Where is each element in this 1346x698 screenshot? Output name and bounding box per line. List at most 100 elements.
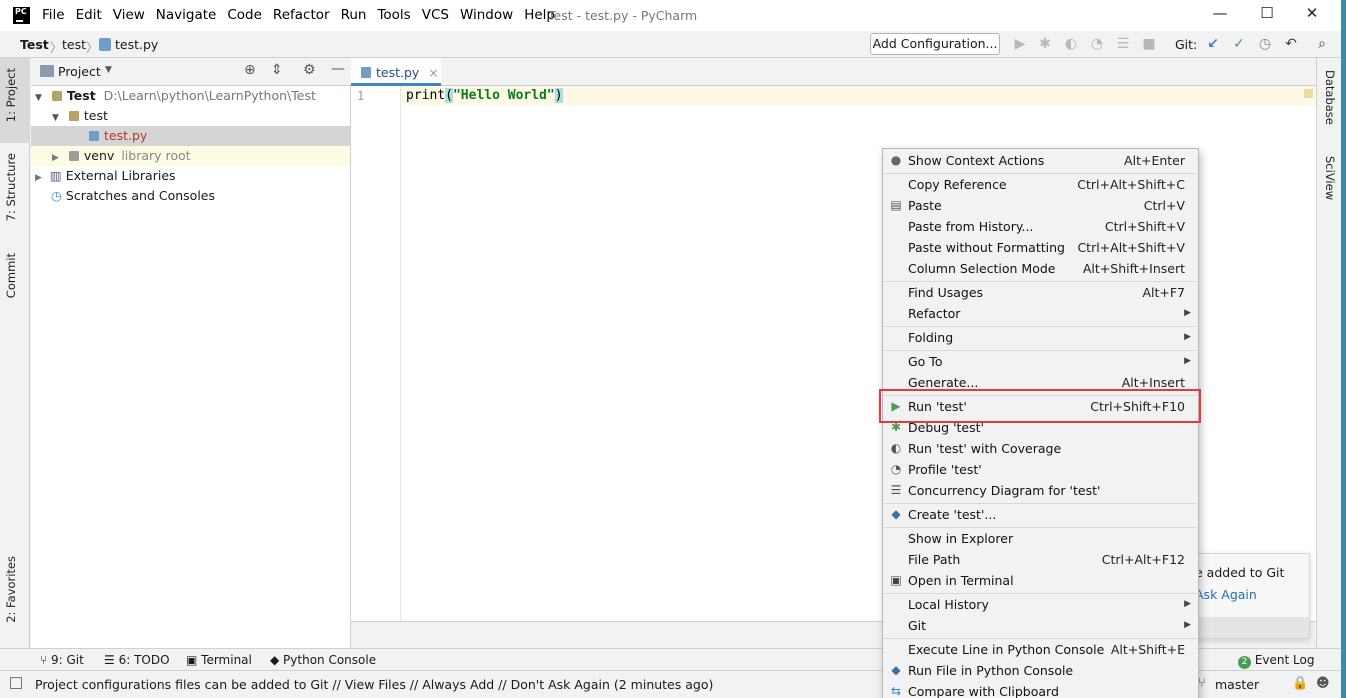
breadcrumb-project[interactable]: Test bbox=[20, 37, 49, 52]
git-branch[interactable]: master bbox=[1215, 677, 1259, 692]
menu-item-column-selection[interactable]: Column Selection Mode Alt+Shift+Insert bbox=[884, 258, 1197, 279]
lock-icon[interactable]: 🔒 bbox=[1292, 676, 1308, 691]
menu-view[interactable]: View bbox=[113, 7, 145, 23]
tree-folder-name: test bbox=[83, 108, 108, 123]
menu-item-paste[interactable]: ▤ Paste Ctrl+V bbox=[884, 195, 1197, 216]
add-configuration-button[interactable]: Add Configuration... bbox=[870, 33, 1000, 55]
chevron-right-icon: 〉 bbox=[50, 40, 63, 55]
git-history-icon[interactable]: ◷ bbox=[1257, 36, 1273, 52]
menu-item-refactor[interactable]: Refactor ▶ bbox=[884, 303, 1197, 324]
menu-item-run-file-console[interactable]: ◆ Run File in Python Console bbox=[884, 660, 1197, 681]
tree-row-scratches[interactable]: ◷ Scratches and Consoles bbox=[31, 186, 350, 206]
inspection-marker[interactable] bbox=[1304, 89, 1313, 98]
menu-item-compare-clipboard[interactable]: ⇆ Compare with Clipboard bbox=[884, 681, 1197, 698]
tree-row-venv[interactable]: ▶ venv library root bbox=[31, 146, 350, 166]
menu-edit[interactable]: Edit bbox=[76, 7, 102, 23]
project-view-title[interactable]: Project bbox=[58, 64, 101, 79]
toolwin-git[interactable]: ⑂ 9: Git bbox=[40, 653, 84, 667]
close-icon[interactable]: × bbox=[428, 65, 438, 80]
right-tool-strip: Database SciView bbox=[1316, 58, 1341, 648]
breadcrumb-folder[interactable]: test bbox=[62, 37, 86, 52]
close-button[interactable]: ✕ bbox=[1300, 4, 1324, 26]
tab-structure[interactable]: 7: Structure bbox=[4, 153, 18, 221]
status-toggle-icon[interactable] bbox=[10, 677, 22, 689]
bulb-icon: ● bbox=[890, 153, 902, 167]
toolwin-todo[interactable]: ☰ 6: TODO bbox=[104, 653, 170, 667]
toolwin-python-console[interactable]: ◆ Python Console bbox=[270, 653, 376, 667]
menu-item-create-test[interactable]: ◆ Create 'test'... bbox=[884, 504, 1197, 525]
menu-item-execute-line-console[interactable]: Execute Line in Python Console Alt+Shift+… bbox=[884, 639, 1197, 660]
minimize-button[interactable]: — bbox=[1208, 4, 1232, 26]
folder-icon bbox=[51, 91, 62, 101]
toolwin-event-log[interactable]: 2 Event Log bbox=[1238, 653, 1314, 669]
menu-item-find-usages[interactable]: Find Usages Alt+F7 bbox=[884, 282, 1197, 303]
menu-file[interactable]: File bbox=[42, 7, 65, 23]
tab-sciview[interactable]: SciView bbox=[1323, 156, 1337, 200]
clipboard-icon: ▤ bbox=[890, 198, 902, 212]
menu-item-shortcut: Alt+Shift+E bbox=[1110, 642, 1185, 657]
menu-refactor[interactable]: Refactor bbox=[273, 7, 330, 23]
code-text[interactable]: print("Hello World") bbox=[406, 88, 563, 103]
toolwin-terminal[interactable]: ▣ Terminal bbox=[186, 653, 252, 667]
menu-item-file-path[interactable]: File Path Ctrl+Alt+F12 bbox=[884, 549, 1197, 570]
coverage-icon: ◐ bbox=[890, 441, 902, 455]
stop-icon[interactable]: ■ bbox=[1141, 36, 1157, 52]
collapse-all-icon[interactable]: ⇕ bbox=[271, 62, 283, 78]
tab-database[interactable]: Database bbox=[1323, 70, 1337, 125]
menu-item-show-in-explorer[interactable]: Show in Explorer bbox=[884, 528, 1197, 549]
menu-item-folding[interactable]: Folding ▶ bbox=[884, 327, 1197, 348]
menu-item-open-in-terminal[interactable]: ▣ Open in Terminal bbox=[884, 570, 1197, 591]
menu-item-label: Run 'test' with Coverage bbox=[908, 441, 1062, 456]
menu-item-label: Go To bbox=[908, 354, 943, 369]
menu-item-run-coverage[interactable]: ◐ Run 'test' with Coverage bbox=[884, 438, 1197, 459]
debug-icon[interactable]: ✱ bbox=[1037, 36, 1053, 52]
concurrency-icon[interactable]: ☰ bbox=[1115, 36, 1131, 52]
menu-item-label: Concurrency Diagram for 'test' bbox=[908, 483, 1101, 498]
tree-row-external-libraries[interactable]: ▶ ▥ External Libraries bbox=[31, 166, 350, 186]
locate-icon[interactable]: ⊕ bbox=[244, 62, 256, 78]
profile-icon[interactable]: ◔ bbox=[1089, 36, 1105, 52]
git-commit-icon[interactable]: ✓ bbox=[1231, 36, 1247, 52]
tree-row-test-py[interactable]: test.py bbox=[31, 126, 350, 146]
tab-project[interactable]: 1: Project bbox=[4, 68, 18, 122]
menu-item-go-to[interactable]: Go To ▶ bbox=[884, 351, 1197, 372]
menu-item-git[interactable]: Git ▶ bbox=[884, 615, 1197, 636]
maximize-button[interactable]: ☐ bbox=[1255, 4, 1279, 26]
menu-run[interactable]: Run bbox=[341, 7, 367, 23]
folder-icon bbox=[68, 151, 79, 161]
menu-code[interactable]: Code bbox=[227, 7, 262, 23]
status-message[interactable]: Project configurations files can be adde… bbox=[35, 677, 713, 692]
inspector-icon[interactable]: ☻ bbox=[1316, 676, 1330, 691]
menu-tools[interactable]: Tools bbox=[377, 7, 410, 23]
tree-row-root[interactable]: ▼ Test D:\Learn\python\LearnPython\Test bbox=[31, 86, 350, 106]
tab-commit[interactable]: Commit bbox=[4, 253, 18, 298]
menu-item-paste-without-formatting[interactable]: Paste without Formatting Ctrl+Alt+Shift+V bbox=[884, 237, 1197, 258]
navigation-bar: Test 〉 test 〉 test.py Add Configuration.… bbox=[0, 31, 1341, 58]
toolwin-event-log-label: Event Log bbox=[1254, 653, 1315, 667]
git-branch-icon: ⑂ bbox=[40, 653, 52, 667]
menu-item-profile-test[interactable]: ◔ Profile 'test' bbox=[884, 459, 1197, 480]
coverage-icon[interactable]: ◐ bbox=[1063, 36, 1079, 52]
menu-item-label: Open in Terminal bbox=[908, 573, 1014, 588]
menu-item-copy-reference[interactable]: Copy Reference Ctrl+Alt+Shift+C bbox=[884, 174, 1197, 195]
tab-test-py[interactable]: test.py × bbox=[351, 58, 441, 86]
git-update-icon[interactable]: ↙ bbox=[1205, 36, 1221, 52]
tab-favorites[interactable]: 2: Favorites bbox=[4, 556, 18, 623]
tree-row-test-folder[interactable]: ▼ test bbox=[31, 106, 350, 126]
menu-item-concurrency-diagram[interactable]: ☰ Concurrency Diagram for 'test' bbox=[884, 480, 1197, 501]
menu-window[interactable]: Window bbox=[460, 7, 513, 23]
git-rollback-icon[interactable]: ↶ bbox=[1283, 36, 1299, 52]
event-count-badge: 2 bbox=[1238, 656, 1251, 669]
chevron-down-icon[interactable]: ▼ bbox=[105, 65, 112, 75]
breadcrumb-file[interactable]: test.py bbox=[115, 37, 158, 52]
run-icon[interactable]: ▶ bbox=[1012, 36, 1028, 52]
search-icon[interactable]: ⌕ bbox=[1314, 36, 1330, 52]
menu-vcs[interactable]: VCS bbox=[422, 7, 449, 23]
menu-item-show-context-actions[interactable]: ● Show Context Actions Alt+Enter bbox=[884, 150, 1197, 171]
menu-item-paste-history[interactable]: Paste from History... Ctrl+Shift+V bbox=[884, 216, 1197, 237]
gear-icon[interactable]: ⚙ bbox=[303, 62, 316, 78]
hide-icon[interactable]: — bbox=[331, 61, 345, 77]
menu-navigate[interactable]: Navigate bbox=[156, 7, 217, 23]
notification-link[interactable]: Ask Again bbox=[1195, 587, 1257, 602]
menu-item-local-history[interactable]: Local History ▶ bbox=[884, 594, 1197, 615]
